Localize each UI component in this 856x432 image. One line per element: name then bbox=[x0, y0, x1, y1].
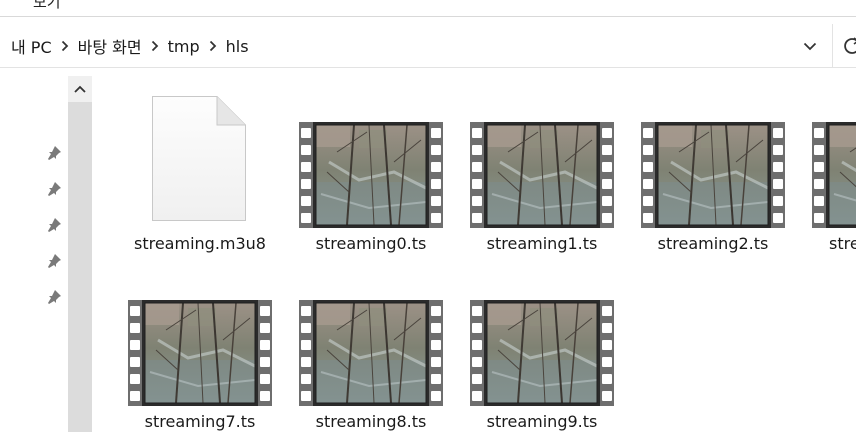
file-item[interactable]: streaming.m3u8 bbox=[116, 90, 284, 260]
ribbon: 보기 bbox=[0, 0, 856, 17]
ribbon-tab-view[interactable]: 보기 bbox=[33, 0, 61, 12]
document-icon bbox=[152, 96, 246, 221]
file-item[interactable]: streaming0.ts bbox=[287, 90, 455, 260]
chevron-up-icon[interactable] bbox=[68, 76, 92, 102]
chevron-right-icon[interactable] bbox=[56, 35, 74, 57]
file-name: streaming7.ts bbox=[144, 412, 256, 431]
chevron-down-icon[interactable] bbox=[797, 36, 823, 56]
breadcrumb-item-this-pc[interactable]: 내 PC bbox=[11, 34, 56, 58]
file-item[interactable]: stre bbox=[800, 90, 856, 260]
file-item[interactable]: streaming8.ts bbox=[287, 268, 455, 432]
nav-pane-scrollbar[interactable] bbox=[68, 76, 92, 432]
file-item[interactable]: streaming1.ts bbox=[458, 90, 626, 260]
video-thumbnail bbox=[299, 122, 443, 232]
file-name: streaming2.ts bbox=[657, 234, 769, 253]
file-name: streaming1.ts bbox=[486, 234, 598, 253]
pin-icon[interactable] bbox=[44, 179, 64, 199]
video-thumbnail bbox=[128, 300, 272, 410]
address-bar[interactable]: 내 PC 바탕 화면 tmp hls bbox=[0, 24, 856, 68]
file-item[interactable]: streaming7.ts bbox=[116, 268, 284, 432]
video-thumbnail bbox=[299, 300, 443, 410]
file-name: streaming.m3u8 bbox=[134, 234, 266, 253]
breadcrumb-item-hls[interactable]: hls bbox=[222, 37, 253, 56]
breadcrumb-item-tmp[interactable]: tmp bbox=[164, 37, 204, 56]
file-name: stre bbox=[829, 234, 856, 253]
pin-icon[interactable] bbox=[44, 251, 64, 271]
file-item[interactable]: streaming9.ts bbox=[458, 268, 626, 432]
divider bbox=[832, 24, 833, 68]
pin-icon[interactable] bbox=[44, 215, 64, 235]
file-item[interactable]: streaming2.ts bbox=[629, 90, 797, 260]
file-name: streaming9.ts bbox=[486, 412, 598, 431]
video-thumbnail bbox=[470, 300, 614, 410]
breadcrumb-item-desktop[interactable]: 바탕 화면 bbox=[74, 34, 146, 58]
video-thumbnail bbox=[470, 122, 614, 232]
chevron-right-icon[interactable] bbox=[146, 35, 164, 57]
video-thumbnail bbox=[812, 122, 856, 232]
chevron-right-icon[interactable] bbox=[204, 35, 222, 57]
breadcrumb: 내 PC 바탕 화면 tmp hls bbox=[11, 34, 253, 58]
file-name: streaming0.ts bbox=[315, 234, 427, 253]
pin-icon[interactable] bbox=[44, 143, 64, 163]
video-thumbnail bbox=[641, 122, 785, 232]
pin-icon[interactable] bbox=[44, 287, 64, 307]
refresh-icon[interactable] bbox=[842, 35, 856, 57]
file-name: streaming8.ts bbox=[315, 412, 427, 431]
